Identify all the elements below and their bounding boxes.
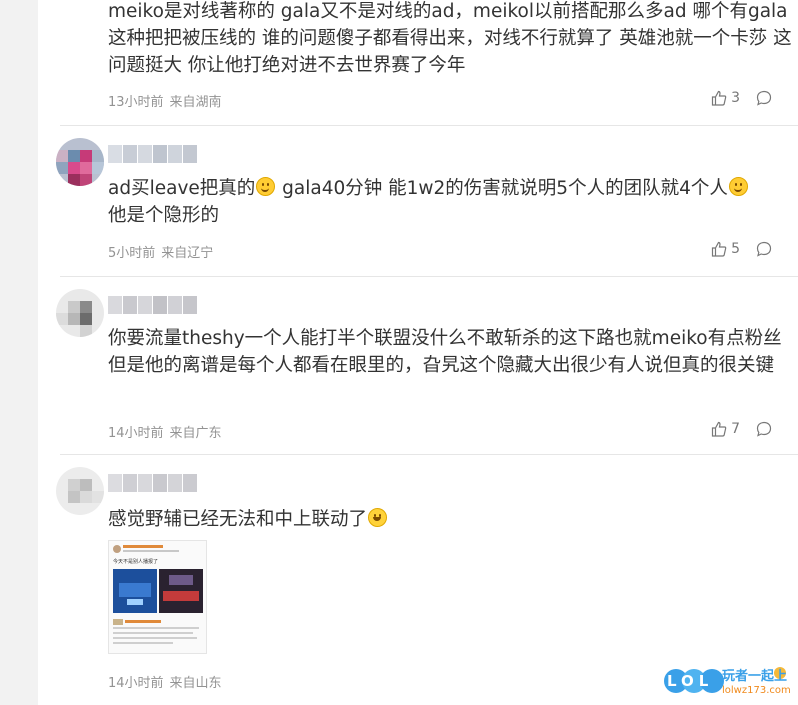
like-count: 3 [731,90,740,106]
thumbnail-photo-left [113,569,157,613]
comment-meta: 5小时前 来自辽宁 [108,242,219,261]
comment-item: ad买leave把真的 gala40分钟 能1w2的伤害就说明5个人的团队就4个… [38,126,798,276]
comment-text: 感觉野辅已经无法和中上联动了 [108,506,798,533]
comment-text: ad买leave把真的 gala40分钟 能1w2的伤害就说明5个人的团队就4个… [108,175,798,229]
username-blurred[interactable] [108,296,198,314]
thumbnail-username [123,545,163,548]
thumb-up-icon [711,90,727,106]
avatar[interactable] [56,289,104,337]
watermark-brand: LOL [667,672,714,690]
comment-location: 来自广东 [169,426,222,441]
comment-meta: 13小时前 来自湖南 [108,91,228,110]
username-blurred[interactable] [108,474,198,492]
smile-emoji-icon [728,177,748,196]
like-count: 5 [731,241,740,257]
watermark-slogan: 玩者一起上 [722,669,788,684]
comment-location: 来自湖南 [169,95,222,110]
thumb-up-icon [711,241,727,257]
like-button[interactable]: 5 [711,241,740,257]
site-watermark: LOL 玩者一起上 lolwz173.com [662,663,792,699]
avatar[interactable] [56,467,104,515]
watermark-site: lolwz173.com [722,685,791,696]
left-scroll-gutter [0,0,38,705]
comment-time: 14小时前 [108,426,164,441]
comment-item: meiko是对线著称的 gala又不是对线的ad，meikol以前搭配那么多ad… [38,0,798,125]
thumbnail-caption: 今天不是别人播报了 [113,559,159,565]
comment-image-thumbnail[interactable]: 今天不是别人播报了 [108,540,207,654]
smile-emoji-icon [256,177,276,196]
comment-location: 来自山东 [169,676,222,691]
comment-text: 你要流量theshy一个人能打半个联盟没什么不敢斩杀的这下路也就meiko有点粉… [108,328,782,376]
like-button[interactable]: 7 [711,421,740,437]
reply-bubble-icon[interactable] [756,90,772,106]
comment-meta: 14小时前 来自山东 [108,672,228,691]
reply-bubble-icon[interactable] [756,421,772,437]
thumb-up-icon [711,421,727,437]
comment-item: 你要流量theshy一个人能打半个联盟没什么不敢斩杀的这下路也就meiko有点粉… [38,277,798,454]
username-blurred[interactable] [108,145,198,163]
like-button[interactable]: 3 [711,90,740,106]
like-count: 7 [731,421,740,437]
comment-text: meiko是对线著称的 gala又不是对线的ad，meikol以前搭配那么多ad… [108,1,792,76]
comment-time: 5小时前 [108,246,156,261]
reply-bubble-icon[interactable] [756,241,772,257]
comment-time: 13小时前 [108,95,164,110]
laugh-cry-emoji-icon [368,508,388,527]
comment-time: 14小时前 [108,676,164,691]
thumbnail-avatar [113,545,121,553]
comment-meta: 14小时前 来自广东 [108,422,228,441]
avatar[interactable] [56,138,104,186]
comment-location: 来自辽宁 [161,246,214,261]
thumbnail-photo-right [159,569,203,613]
